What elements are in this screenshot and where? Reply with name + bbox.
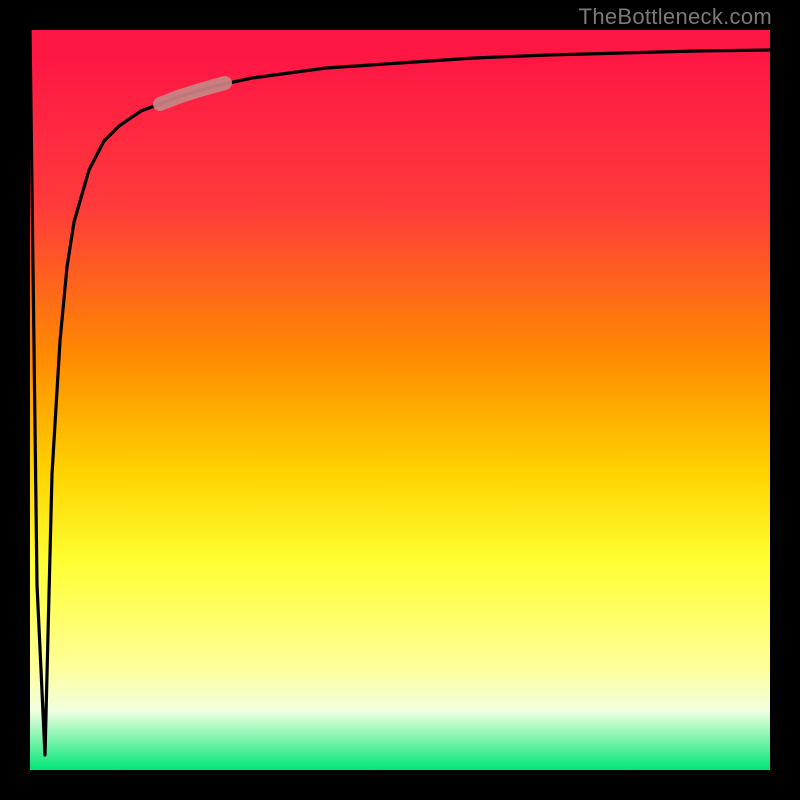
curve-marker [160,83,225,104]
chart-stage: TheBottleneck.com [0,0,800,800]
plot-gradient-area [30,30,770,770]
curve-layer [30,30,770,770]
bottleneck-curve [30,30,770,755]
watermark-text: TheBottleneck.com [579,4,772,30]
